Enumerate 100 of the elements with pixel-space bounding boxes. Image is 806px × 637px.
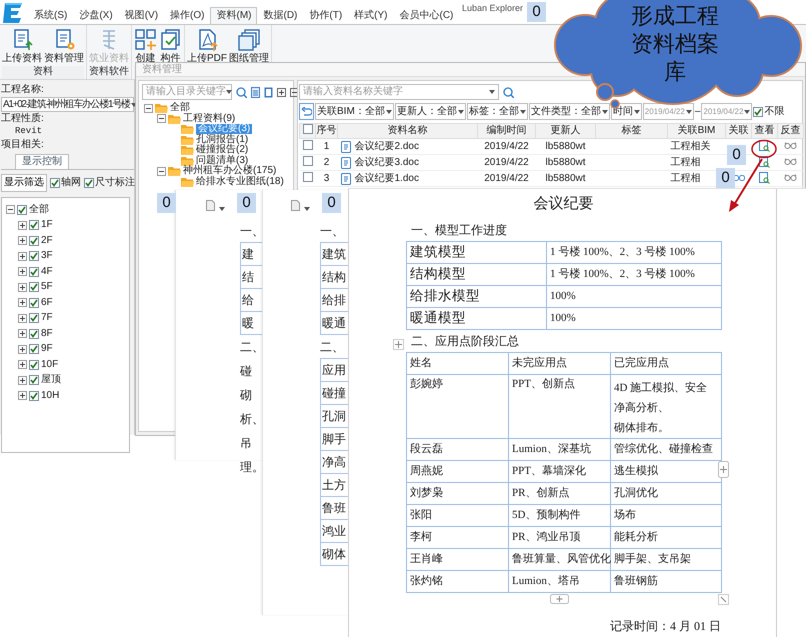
count-label: 0	[727, 145, 746, 165]
checkbox[interactable]	[29, 344, 39, 354]
back-button[interactable]	[299, 103, 314, 120]
tree-item[interactable]: 3F	[41, 250, 53, 262]
expand-icon[interactable]	[18, 376, 27, 385]
expand-icon[interactable]	[18, 220, 27, 230]
checkbox[interactable]	[29, 360, 39, 370]
checkbox[interactable]	[753, 106, 764, 116]
tree-item[interactable]: 4F	[41, 266, 53, 278]
menu-tab[interactable]: 操作(O)	[164, 7, 210, 24]
tree-item[interactable]: 全部	[29, 204, 49, 216]
collapse-icon[interactable]	[157, 114, 166, 124]
view-document-icon[interactable]	[759, 172, 770, 184]
glasses-icon[interactable]	[784, 174, 797, 182]
select-all-checkbox[interactable]	[302, 124, 312, 134]
filter-dropdown[interactable]: 文件类型：全部	[528, 103, 610, 120]
panel-tab[interactable]: 显示控制	[15, 154, 69, 169]
filter-dropdown[interactable]: 关联BIM：全部	[315, 103, 394, 120]
glasses-icon[interactable]	[784, 142, 797, 150]
file-name[interactable]: 会议纪要3.doc	[354, 156, 419, 168]
tree-item[interactable]: 7F	[41, 312, 53, 324]
menu-tab[interactable]: 沙盘(X)	[73, 7, 119, 24]
expand-icon[interactable]	[18, 314, 27, 323]
ribbon-button[interactable]: 资料管理	[44, 25, 84, 66]
link-icon[interactable]	[732, 174, 744, 181]
folder-tree-item[interactable]: 神州租车办公楼(175)	[183, 166, 276, 176]
checkbox[interactable]	[17, 204, 27, 215]
expand-all-icon[interactable]	[277, 88, 286, 96]
collapse-icon[interactable]	[157, 166, 166, 176]
checkbox[interactable]	[29, 313, 39, 324]
menu-tab[interactable]: 资料(M)	[210, 7, 258, 24]
table-cell: 已完应用点	[610, 352, 722, 374]
checkbox[interactable]	[302, 140, 312, 150]
menu-tab[interactable]: 协作(T)	[303, 7, 348, 24]
filter-dropdown[interactable]: 标签：全部	[466, 103, 528, 120]
tree-item[interactable]: 1F	[41, 219, 53, 232]
checkbox[interactable]	[29, 328, 39, 339]
search-icon[interactable]	[503, 86, 514, 98]
resize-handle-icon[interactable]	[718, 594, 729, 605]
file-name[interactable]: 会议纪要2.doc	[354, 140, 419, 152]
tree-item[interactable]: 9F	[41, 343, 53, 356]
document-icon	[340, 156, 350, 168]
checkbox[interactable]	[84, 178, 94, 188]
tree-item[interactable]: 10F	[41, 358, 58, 371]
collapse-icon[interactable]	[6, 205, 15, 214]
menu-tab[interactable]: 样式(Y)	[348, 7, 394, 24]
project-name-dropdown[interactable]: A1+02-建筑-神州租车办公楼1号楼	[1, 97, 134, 112]
caret-icon	[634, 110, 640, 114]
tree-item[interactable]: 5F	[41, 281, 53, 294]
file-name[interactable]: 会议纪要1.doc	[354, 172, 419, 184]
expand-icon[interactable]	[18, 236, 27, 246]
expand-icon[interactable]	[18, 329, 27, 338]
expand-icon[interactable]	[18, 391, 27, 400]
document-icon[interactable]	[291, 200, 300, 211]
document-icon[interactable]	[206, 200, 215, 211]
checkbox[interactable]	[29, 220, 39, 230]
expand-icon[interactable]	[18, 267, 27, 276]
collapse-icon[interactable]	[144, 104, 153, 113]
checkbox[interactable]	[29, 390, 39, 401]
filter-button[interactable]: 显示筛选	[1, 174, 47, 192]
checkbox[interactable]	[29, 236, 39, 246]
checkbox[interactable]	[302, 172, 312, 182]
menu-tab[interactable]: 视图(V)	[118, 7, 164, 24]
expand-icon[interactable]	[18, 344, 27, 354]
add-column-icon[interactable]	[550, 594, 569, 604]
expand-icon[interactable]	[18, 298, 27, 308]
column-header: 标签	[596, 124, 668, 138]
view-document-icon[interactable]	[759, 156, 770, 168]
tree-item[interactable]: 10H	[41, 390, 60, 402]
folder-tree-item[interactable]: 给排水专业图纸(18)	[196, 176, 284, 187]
add-row-icon[interactable]	[718, 461, 729, 478]
table-cell: 给排水模型	[406, 286, 546, 308]
checkbox[interactable]	[29, 282, 39, 292]
folder-tree-item[interactable]: 碰撞报告(2)	[196, 145, 248, 156]
checkbox[interactable]	[50, 178, 60, 188]
folder-tree-item[interactable]: 问题清单(3)	[196, 156, 248, 166]
filter-dropdown[interactable]: 更新人：全部	[394, 103, 466, 120]
checkbox[interactable]	[302, 156, 312, 166]
menu-tab[interactable]: 数据(D)	[257, 7, 304, 24]
ribbon-button[interactable]: 上传资料	[2, 25, 42, 66]
menu-tab[interactable]: 系统(S)	[28, 7, 74, 24]
tree-item[interactable]: 8F	[41, 328, 53, 340]
checkbox[interactable]	[29, 375, 39, 386]
tree-item[interactable]: 6F	[41, 296, 53, 309]
folder-tree-item[interactable]: 工程资料(9)	[183, 114, 236, 124]
glasses-icon[interactable]	[784, 158, 797, 166]
search-icon[interactable]	[236, 86, 247, 98]
document-icon[interactable]	[251, 86, 260, 98]
tree-item[interactable]: 屋顶	[41, 374, 61, 386]
menu-tab[interactable]: 会员中心(C)	[394, 7, 460, 24]
checkbox[interactable]	[29, 251, 39, 262]
folder-tree-item[interactable]: 全部	[170, 103, 190, 114]
view-document-icon[interactable]	[759, 140, 770, 152]
folder-tree-item[interactable]: 孔洞报告(1)	[196, 134, 248, 145]
expand-icon[interactable]	[18, 360, 27, 370]
expand-icon[interactable]	[18, 252, 27, 261]
expand-icon[interactable]	[18, 282, 27, 292]
checkbox[interactable]	[29, 266, 39, 277]
tree-item[interactable]: 2F	[41, 234, 53, 247]
checkbox[interactable]	[29, 298, 39, 308]
